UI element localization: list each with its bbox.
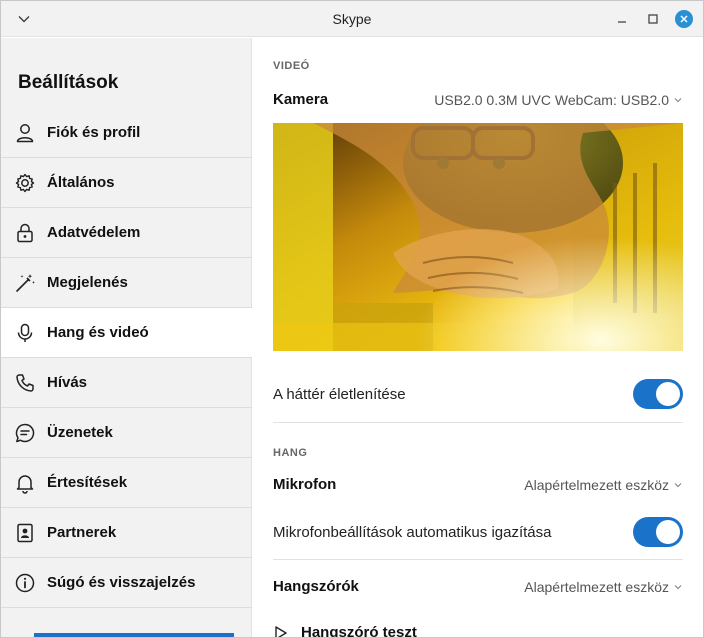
phone-icon <box>16 374 34 392</box>
camera-select[interactable]: USB2.0 0.3M UVC WebCam: USB2.0 <box>434 92 683 108</box>
sidebar-item-label: Üzenetek <box>47 424 113 441</box>
toggle-knob <box>656 520 680 544</box>
window-title: Skype <box>332 11 372 27</box>
play-icon <box>275 625 287 637</box>
sidebar-item-label: Megjelenés <box>47 274 128 291</box>
auto-adjust-mic-toggle[interactable] <box>633 517 683 547</box>
taskbar-indicator <box>34 633 234 637</box>
microphone-label: Mikrofon <box>273 476 337 493</box>
chevron-down-icon <box>674 585 682 590</box>
sidebar-item-messaging[interactable]: Üzenetek <box>1 408 252 458</box>
speakers-label: Hangszórók <box>273 578 359 595</box>
lock-icon <box>17 223 33 243</box>
microphone-select-value: Alapértelmezett eszköz <box>524 477 669 493</box>
minimize-button[interactable] <box>613 10 631 28</box>
maximize-icon <box>648 14 658 24</box>
close-button[interactable] <box>675 10 693 28</box>
close-icon <box>680 15 688 23</box>
gear-icon <box>15 173 35 193</box>
title-bar: Skype <box>1 1 703 37</box>
chat-bubble-icon <box>15 423 35 443</box>
background-blur-toggle[interactable] <box>633 379 683 409</box>
audio-section-heading: HANG <box>273 447 308 459</box>
sidebar-item-help-feedback[interactable]: Súgó és visszajelzés <box>1 558 252 608</box>
microphone-select[interactable]: Alapértelmezett eszköz <box>524 477 683 493</box>
sidebar-item-notifications[interactable]: Értesítések <box>1 458 252 508</box>
sidebar-item-label: Hang és videó <box>47 324 149 341</box>
settings-nav: Fiók és profil Általános Adatvédelem Meg… <box>1 108 252 608</box>
camera-label: Kamera <box>273 91 329 108</box>
skype-window: Skype Beállítások Fiók és profil Általán… <box>0 0 704 638</box>
sidebar-item-label: Adatvédelem <box>47 224 141 241</box>
sidebar-item-general[interactable]: Általános <box>1 158 252 208</box>
sidebar-item-contacts[interactable]: Partnerek <box>1 508 252 558</box>
sidebar-item-account-profile[interactable]: Fiók és profil <box>1 108 252 158</box>
sidebar-item-privacy[interactable]: Adatvédelem <box>1 208 252 258</box>
sidebar-item-label: Értesítések <box>47 474 128 491</box>
bell-icon <box>16 475 34 494</box>
background-blur-label: A háttér életlenítése <box>273 386 406 403</box>
webcam-preview <box>273 123 683 351</box>
sidebar-item-label: Általános <box>47 174 115 191</box>
webcam-preview-image <box>273 123 683 351</box>
sidebar-item-calling[interactable]: Hívás <box>1 358 252 408</box>
speakers-select-value: Alapértelmezett eszköz <box>524 579 669 595</box>
microphone-icon <box>17 323 33 342</box>
sidebar-item-label: Hívás <box>47 374 88 391</box>
test-speaker-label: Hangszóró teszt <box>301 624 417 638</box>
speakers-select[interactable]: Alapértelmezett eszköz <box>524 579 683 595</box>
sidebar-item-appearance[interactable]: Megjelenés <box>1 258 252 308</box>
maximize-button[interactable] <box>644 10 662 28</box>
sidebar-title: Beállítások <box>18 72 119 93</box>
sidebar-item-label: Fiók és profil <box>47 124 141 141</box>
info-icon <box>15 573 35 593</box>
camera-select-value: USB2.0 0.3M UVC WebCam: USB2.0 <box>434 92 669 108</box>
sidebar-item-label: Súgó és visszajelzés <box>47 574 196 591</box>
auto-adjust-mic-label: Mikrofonbeállítások automatikus igazítás… <box>273 524 552 541</box>
settings-main-panel: VIDEÓ Kamera USB2.0 0.3M UVC WebCam: USB… <box>253 38 703 638</box>
sidebar-item-audio-video[interactable]: Hang és videó <box>1 308 252 358</box>
settings-sidebar: Beállítások Fiók és profil Általános Ada… <box>1 38 252 637</box>
section-divider <box>273 422 683 423</box>
contact-card-icon <box>17 523 33 543</box>
toggle-knob <box>656 382 680 406</box>
test-speaker-link[interactable]: Hangszóró teszt <box>273 624 417 638</box>
section-divider <box>273 559 683 560</box>
person-icon <box>16 124 34 143</box>
chevron-down-icon <box>674 98 682 103</box>
video-section-heading: VIDEÓ <box>273 60 310 72</box>
sidebar-item-label: Partnerek <box>47 524 117 541</box>
magic-wand-icon <box>16 274 35 292</box>
chevron-down-icon <box>674 483 682 488</box>
minimize-icon <box>618 21 626 23</box>
